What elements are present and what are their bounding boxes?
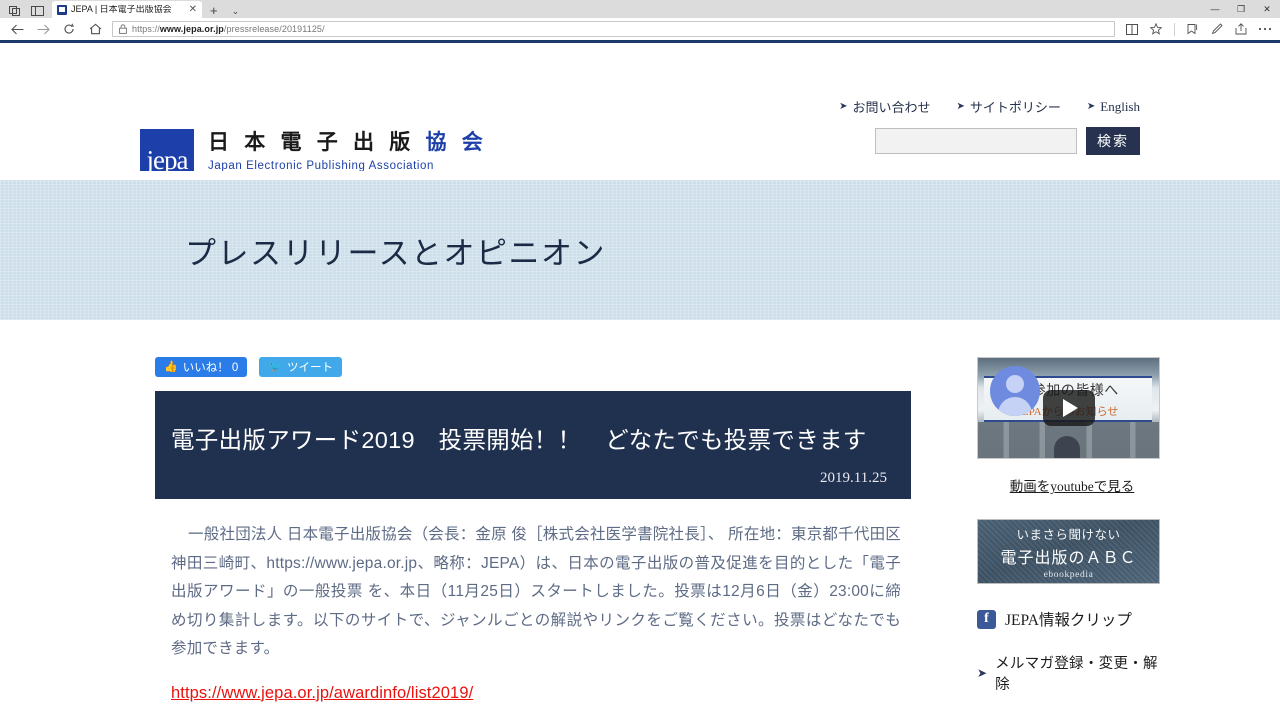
banner-line-2: 電子出版のＡＢＣ (1000, 549, 1137, 567)
sidebar-item-label: JEPA情報クリップ (1005, 612, 1132, 629)
forward-icon[interactable] (30, 19, 56, 39)
facebook-icon: f (977, 609, 996, 629)
close-icon[interactable]: ✕ (187, 4, 197, 15)
video-thumbnail[interactable]: ご参加の皆様へ JEPAからのお知らせ (978, 358, 1159, 458)
jepa-page: ➤ お問い合わせ ➤ サイトポリシー ➤ English 検索 jepa 日 本… (0, 43, 1280, 720)
site-header: ➤ お問い合わせ ➤ サイトポリシー ➤ English 検索 jepa 日 本… (0, 43, 1280, 188)
sidebar-item-jepa-clip[interactable]: f JEPA情報クリップ (977, 608, 1167, 630)
ebookpedia-banner[interactable]: いまさら聞けない 電子出版のＡＢＣ ebookpedia (977, 519, 1160, 584)
sidebar-video-card[interactable]: ご参加の皆様へ JEPAからのお知らせ (977, 357, 1160, 459)
article-award-link[interactable]: https://www.jepa.or.jp/awardinfo/list201… (171, 684, 945, 703)
browser-tab[interactable]: JEPA | 日本電子出版協会 ✕ (52, 1, 202, 18)
search-input[interactable] (875, 128, 1077, 154)
browser-navbar: https://www.jepa.or.jp/pressrelease/2019… (0, 18, 1280, 40)
browser-window: JEPA | 日本電子出版協会 ✕ + ⌄ ― ❐ ✕ https://www.… (0, 0, 1280, 720)
page-hero-banner: プレスリリースとオピニオン (0, 171, 1280, 329)
close-window-button[interactable]: ✕ (1254, 0, 1280, 18)
new-tab-button[interactable]: + (202, 4, 226, 18)
share-icon[interactable] (1230, 19, 1252, 39)
article-paragraph-1: 一般社団法人 日本電子出版協会（会長：金原 俊［株式会社医学書院社長］、 所在地… (171, 526, 901, 658)
video-youtube-link[interactable]: 動画をyoutubeで見る (977, 475, 1167, 495)
sidebar-item-label: メルマガ登録・変更・解除 (995, 656, 1158, 693)
utility-link-label: サイトポリシー (969, 100, 1061, 115)
article-title: 電子出版アワード2019 投票開始！！ どなたでも投票できます (171, 427, 867, 453)
utility-link-site-policy[interactable]: ➤ サイトポリシー (956, 97, 1060, 116)
web-notes-pen-icon[interactable] (1206, 19, 1228, 39)
site-search: 検索 (875, 127, 1140, 155)
refresh-icon[interactable] (56, 19, 82, 39)
sidebar: ご参加の皆様へ JEPAからのお知らせ 動画をyoutubeで見る いまさら聞け… (977, 357, 1167, 720)
banner-line-3: ebookpedia (1043, 569, 1094, 580)
search-button[interactable]: 検索 (1086, 127, 1140, 155)
favicon-jepa (57, 4, 67, 15)
chevron-down-icon[interactable]: ⌄ (226, 7, 246, 18)
utility-nav: ➤ お問い合わせ ➤ サイトポリシー ➤ English (839, 97, 1140, 116)
thumbs-up-icon: 👍 (164, 360, 178, 373)
main-column: 👍 いいね！ 0 🐦 ツイート 電子出版アワード2019 投票開始！！ どなたで… (155, 357, 945, 720)
favorites-star-icon[interactable] (1145, 19, 1167, 39)
titlebar-left-icons (0, 5, 52, 18)
address-bar[interactable]: https://www.jepa.or.jp/pressrelease/2019… (112, 21, 1115, 37)
reading-view-icon[interactable] (1121, 19, 1143, 39)
lock-icon (119, 24, 127, 34)
minimize-button[interactable]: ― (1202, 0, 1228, 18)
utility-link-contact[interactable]: ➤ お問い合わせ (839, 97, 930, 116)
set-tabs-aside-icon[interactable] (31, 5, 44, 16)
url-text: https://www.jepa.or.jp/pressrelease/2019… (132, 24, 325, 34)
arrow-right-icon: ➤ (956, 100, 965, 112)
maximize-button[interactable]: ❐ (1228, 0, 1254, 18)
navbar-right-icons (1121, 19, 1276, 39)
logo-japanese-name: 日 本 電 子 出 版 協 会 (208, 130, 488, 154)
article-header: 電子出版アワード2019 投票開始！！ どなたでも投票できます 2019.11.… (155, 391, 911, 499)
favorites-hub-icon[interactable] (1182, 19, 1204, 39)
twitter-tweet-label: ツイート (287, 362, 333, 374)
banner-line-1: いまさら聞けない (1016, 527, 1121, 542)
facebook-like-button[interactable]: 👍 いいね！ 0 (155, 357, 248, 377)
article-date: 2019.11.25 (820, 469, 887, 486)
more-options-icon[interactable] (1254, 19, 1276, 39)
twitter-bird-icon: 🐦 (268, 360, 282, 373)
back-icon[interactable] (4, 19, 30, 39)
tab-title: JEPA | 日本電子出版協会 (71, 5, 172, 14)
window-controls: ― ❐ ✕ (1202, 0, 1280, 18)
video-thumb-person (1054, 436, 1080, 458)
facebook-like-label: いいね！ 0 (182, 362, 239, 374)
page-viewport: ➤ お問い合わせ ➤ サイトポリシー ➤ English 検索 jepa 日 本… (0, 43, 1280, 720)
utility-link-label: お問い合わせ (852, 100, 931, 115)
utility-link-english[interactable]: ➤ English (1087, 99, 1140, 115)
avatar (990, 366, 1040, 416)
logo-mark-text: jepa (146, 144, 189, 175)
arrow-right-icon: ➤ (1086, 100, 1096, 112)
play-button-icon[interactable] (1042, 390, 1095, 426)
content-area: 👍 いいね！ 0 🐦 ツイート 電子出版アワード2019 投票開始！！ どなたで… (0, 329, 1280, 720)
home-icon[interactable] (82, 19, 108, 39)
browser-titlebar: JEPA | 日本電子出版協会 ✕ + ⌄ ― ❐ ✕ (0, 0, 1280, 18)
utility-link-label: English (1100, 98, 1140, 114)
logo-textblock: 日 本 電 子 出 版 協 会 Japan Electronic Publish… (208, 129, 488, 172)
twitter-tweet-button[interactable]: 🐦 ツイート (259, 357, 342, 377)
navbar-divider (1174, 22, 1175, 36)
page-title: プレスリリースとオピニオン (185, 235, 606, 271)
arrow-right-icon: ➤ (839, 100, 848, 112)
social-share-row: 👍 いいね！ 0 🐦 ツイート (155, 357, 945, 377)
sidebar-item-mailmagazine[interactable]: ➤ メルマガ登録・変更・解除 (977, 652, 1167, 694)
tab-preview-icon[interactable] (8, 5, 21, 16)
arrow-right-icon: ➤ (977, 666, 988, 680)
